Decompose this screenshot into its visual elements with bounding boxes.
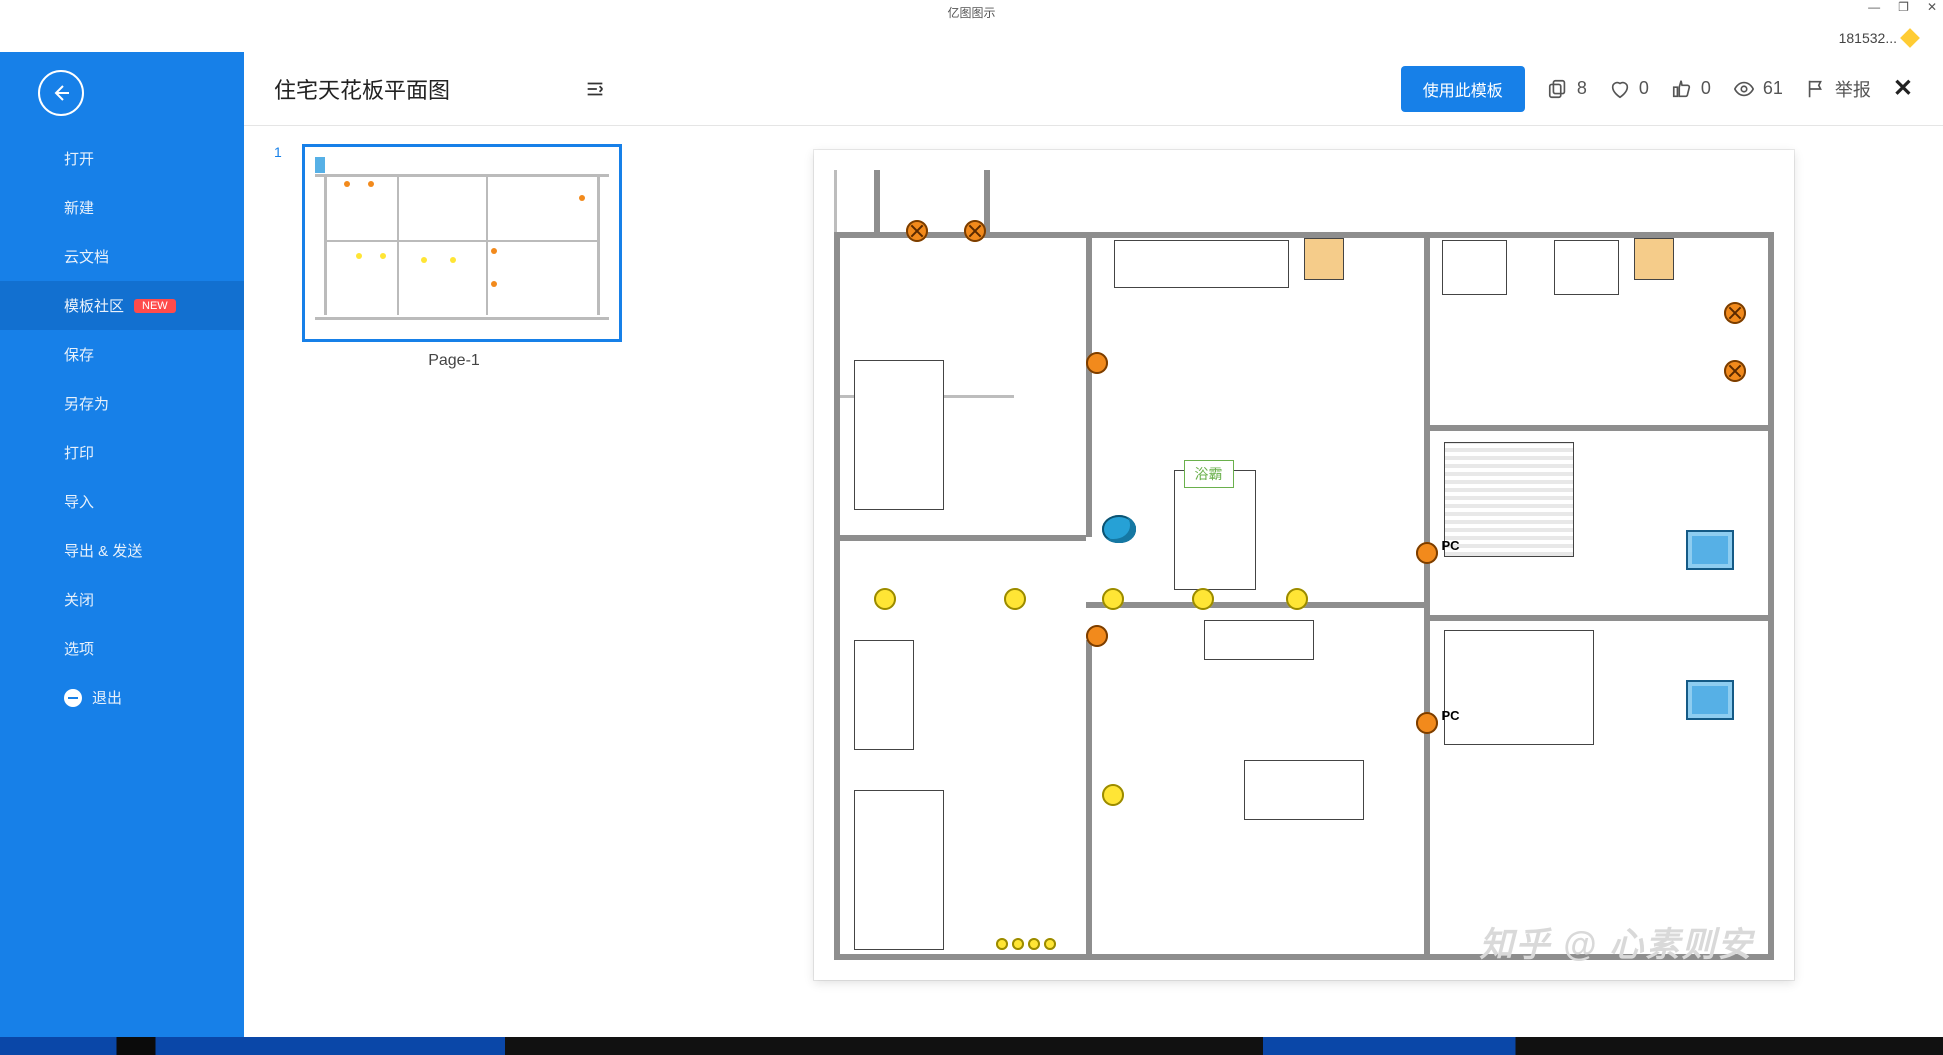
close-panel-button[interactable]: ✕	[1893, 74, 1913, 103]
sidebar-item-label: 保存	[64, 344, 94, 365]
crown-icon	[1900, 28, 1920, 48]
page-thumbnail-label: Page-1	[274, 352, 634, 370]
drawing-canvas[interactable]: 浴霸 PC PC 知乎 @ 心素则安	[814, 150, 1794, 980]
sidebar-item-label: 选项	[64, 638, 94, 659]
likes-stat[interactable]: 0	[1609, 78, 1649, 100]
views-stat[interactable]: 61	[1733, 78, 1783, 100]
sidebar-item-import[interactable]: 导入	[0, 477, 244, 526]
sidebar-item-label: 云文档	[64, 246, 109, 267]
sidebar-item-exit[interactable]: 退出	[0, 673, 244, 722]
sidebar-item-label: 关闭	[64, 589, 94, 610]
sidebar-item-label: 新建	[64, 197, 94, 218]
report-label: 举报	[1835, 76, 1871, 102]
outline-toggle-icon[interactable]	[582, 76, 608, 102]
sidebar-item-label: 另存为	[64, 393, 109, 414]
use-template-button[interactable]: 使用此模板	[1401, 66, 1525, 112]
page-thumbnails-panel: 1	[244, 126, 664, 1037]
floorplan: 浴霸 PC PC	[834, 170, 1774, 960]
sidebar-item-save[interactable]: 保存	[0, 330, 244, 379]
sidebar-item-label: 打印	[64, 442, 94, 463]
watermark: 知乎 @ 心素则安	[1479, 917, 1753, 966]
sidebar-item-label: 模板社区	[64, 295, 124, 316]
sidebar-item-label: 导出 & 发送	[64, 540, 142, 561]
sidebar-item-close[interactable]: 关闭	[0, 575, 244, 624]
window-minimize-button[interactable]: —	[1868, 0, 1880, 14]
new-badge: NEW	[134, 299, 176, 313]
page-number: 1	[274, 144, 282, 160]
page-thumbnail-1[interactable]	[302, 144, 622, 342]
file-menu-sidebar: 打开 新建 云文档 模板社区 NEW 保存 另存为 打印 导入 导出 & 发送 …	[0, 52, 244, 1037]
likes-count: 0	[1639, 78, 1649, 99]
user-bar: 181532...	[0, 24, 1943, 52]
thumbs-stat[interactable]: 0	[1671, 78, 1711, 100]
window-maximize-button[interactable]: ❐	[1898, 0, 1909, 14]
sidebar-item-new[interactable]: 新建	[0, 183, 244, 232]
user-id-label[interactable]: 181532...	[1839, 30, 1897, 46]
report-button[interactable]: 举报	[1805, 76, 1871, 102]
os-taskbar	[0, 1037, 1943, 1055]
sidebar-item-label: 打开	[64, 148, 94, 169]
window-title: 亿图图示	[947, 4, 995, 21]
sidebar-item-templates[interactable]: 模板社区 NEW	[0, 281, 244, 330]
sidebar-item-cloud[interactable]: 云文档	[0, 232, 244, 281]
sidebar-item-saveas[interactable]: 另存为	[0, 379, 244, 428]
sidebar-item-options[interactable]: 选项	[0, 624, 244, 673]
document-title: 住宅天花板平面图	[274, 73, 450, 105]
window-controls: — ❐ ✕	[1868, 0, 1937, 14]
thumbs-count: 0	[1701, 78, 1711, 99]
sidebar-item-label: 退出	[92, 687, 122, 708]
sidebar-item-print[interactable]: 打印	[0, 428, 244, 477]
sidebar-item-export[interactable]: 导出 & 发送	[0, 526, 244, 575]
views-count: 61	[1763, 78, 1783, 99]
canvas-area[interactable]: 浴霸 PC PC 知乎 @ 心素则安	[664, 126, 1943, 1037]
exit-icon	[64, 689, 82, 707]
window-titlebar: 亿图图示 — ❐ ✕	[0, 0, 1943, 24]
window-close-button[interactable]: ✕	[1927, 0, 1937, 14]
template-toolbar: 住宅天花板平面图 使用此模板 8 0 0 61	[244, 52, 1943, 126]
callout-bath-heater: 浴霸	[1184, 460, 1234, 488]
callout-pc1: PC	[1442, 538, 1460, 553]
callout-pc2: PC	[1442, 708, 1460, 723]
sidebar-item-label: 导入	[64, 491, 94, 512]
copies-stat[interactable]: 8	[1547, 78, 1587, 100]
sidebar-item-open[interactable]: 打开	[0, 134, 244, 183]
back-button[interactable]	[38, 70, 84, 116]
copies-count: 8	[1577, 78, 1587, 99]
